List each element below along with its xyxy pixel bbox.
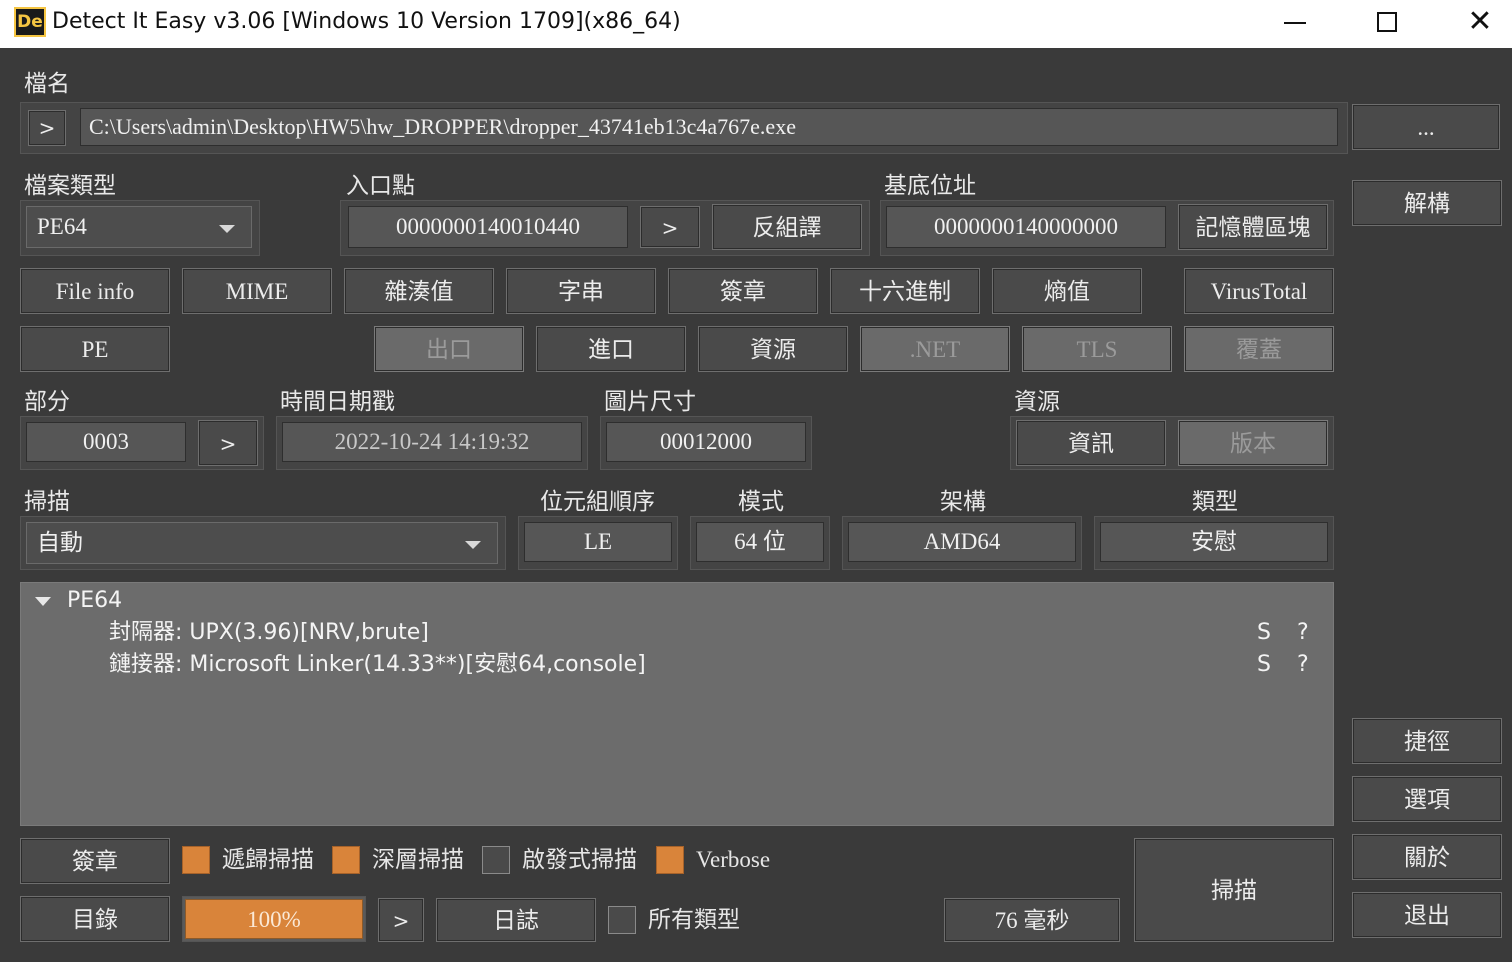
memory-map-button[interactable]: 記憶體區塊 xyxy=(1178,204,1328,250)
file-info-button[interactable]: File info xyxy=(20,268,170,314)
scan-mode-select[interactable]: 自動 xyxy=(26,522,498,564)
virustotal-button[interactable]: VirusTotal xyxy=(1184,268,1334,314)
entry-point-label: 入口點 xyxy=(346,172,415,198)
expand-triangle-icon[interactable] xyxy=(35,597,51,606)
progress-bar: 100% xyxy=(182,896,366,942)
overlay-button[interactable]: 覆蓋 xyxy=(1184,326,1334,372)
hash-button[interactable]: 雜湊值 xyxy=(344,268,494,314)
verbose-checkbox[interactable] xyxy=(656,846,684,874)
byte-order-label: 位元組順序 xyxy=(540,488,655,514)
result-signature-link[interactable]: S xyxy=(1257,617,1271,649)
arch-label: 架構 xyxy=(940,488,986,514)
about-button[interactable]: 關於 xyxy=(1352,834,1502,880)
mime-button[interactable]: MIME xyxy=(182,268,332,314)
deep-scan-label: 深層掃描 xyxy=(372,847,464,872)
result-info-link[interactable]: ? xyxy=(1297,617,1309,649)
sections-field[interactable]: 0003 xyxy=(26,422,186,462)
image-size-field[interactable]: 00012000 xyxy=(606,422,806,462)
maximize-button[interactable] xyxy=(1342,0,1434,46)
all-types-label: 所有類型 xyxy=(648,907,740,932)
sections-arrow-button[interactable]: > xyxy=(198,420,258,466)
minimize-icon xyxy=(1284,22,1306,24)
results-root-node[interactable]: PE64 xyxy=(67,585,122,617)
scan-mode-value: 自動 xyxy=(37,530,83,555)
hex-button[interactable]: 十六進制 xyxy=(830,268,980,314)
title-bar: De Detect It Easy v3.06 [Windows 10 Vers… xyxy=(0,0,1512,48)
chevron-down-icon xyxy=(219,225,235,233)
all-types-checkbox[interactable] xyxy=(608,906,636,934)
maximize-icon xyxy=(1377,12,1397,32)
result-info-link[interactable]: ? xyxy=(1297,649,1309,681)
window-title: Detect It Easy v3.06 [Windows 10 Version… xyxy=(52,9,681,34)
log-button[interactable]: 日誌 xyxy=(436,898,596,942)
base-address-label: 基底位址 xyxy=(884,172,976,198)
heuristic-scan-label: 啟發式掃描 xyxy=(522,847,637,872)
result-signature-link[interactable]: S xyxy=(1257,649,1271,681)
exit-button[interactable]: 退出 xyxy=(1352,892,1502,938)
entry-point-arrow-button[interactable]: > xyxy=(640,206,700,248)
recursive-scan-checkbox[interactable] xyxy=(182,846,210,874)
resources-button[interactable]: 資源 xyxy=(698,326,848,372)
sections-label: 部分 xyxy=(24,388,70,414)
file-type-label: 檔案類型 xyxy=(24,172,116,198)
result-row-packer[interactable]: 封隔器: UPX(3.96)[NRV,brute] xyxy=(109,617,429,649)
signatures-button[interactable]: 簽章 xyxy=(20,838,170,884)
timestamp-field[interactable]: 2022-10-24 14:19:32 xyxy=(282,422,582,462)
recursive-scan-label: 遞歸掃描 xyxy=(222,847,314,872)
file-type-value: PE64 xyxy=(37,214,87,239)
deep-scan-checkbox[interactable] xyxy=(332,846,360,874)
export-button[interactable]: 出口 xyxy=(374,326,524,372)
entry-point-field[interactable]: 0000000140010440 xyxy=(348,206,628,248)
shortcuts-button[interactable]: 捷徑 xyxy=(1352,718,1502,764)
browse-button[interactable]: ... xyxy=(1352,104,1500,150)
image-size-label: 圖片尺寸 xyxy=(604,388,696,414)
options-button[interactable]: 選項 xyxy=(1352,776,1502,822)
app-icon: De xyxy=(14,7,46,37)
byte-order-field: LE xyxy=(524,522,672,562)
type-field: 安慰 xyxy=(1100,522,1328,562)
result-row-linker[interactable]: 鏈接器: Microsoft Linker(14.33**)[安慰64,cons… xyxy=(109,649,646,681)
directory-button[interactable]: 目錄 xyxy=(20,896,170,942)
results-tree[interactable]: PE64 封隔器: UPX(3.96)[NRV,brute] S ? 鏈接器: … xyxy=(20,582,1334,826)
type-label: 類型 xyxy=(1192,488,1238,514)
net-button[interactable]: .NET xyxy=(860,326,1010,372)
close-icon: ✕ xyxy=(1467,4,1493,39)
tls-button[interactable]: TLS xyxy=(1022,326,1172,372)
progress-arrow-button[interactable]: > xyxy=(378,898,424,942)
disasm-sidebar-button[interactable]: 解構 xyxy=(1352,180,1502,226)
file-type-select[interactable]: PE64 xyxy=(26,206,252,248)
base-address-field[interactable]: 0000000140000000 xyxy=(886,206,1166,248)
disassemble-button[interactable]: 反組譯 xyxy=(712,204,862,250)
entropy-button[interactable]: 熵值 xyxy=(992,268,1142,314)
import-button[interactable]: 進口 xyxy=(536,326,686,372)
timestamp-label: 時間日期戳 xyxy=(280,388,395,414)
progress-fill: 100% xyxy=(185,899,363,939)
minimize-button[interactable] xyxy=(1250,0,1342,46)
file-path-field[interactable]: C:\Users\admin\Desktop\HW5\hw_DROPPER\dr… xyxy=(80,108,1338,146)
resource-group-label: 資源 xyxy=(1014,388,1060,414)
scan-button[interactable]: 掃描 xyxy=(1134,838,1334,942)
scan-label: 掃描 xyxy=(24,488,70,514)
signatures-tool-button[interactable]: 簽章 xyxy=(668,268,818,314)
file-name-label: 檔名 xyxy=(24,70,70,96)
resource-version-button[interactable]: 版本 xyxy=(1178,420,1328,466)
close-button[interactable]: ✕ xyxy=(1434,0,1512,46)
file-open-arrow-button[interactable]: > xyxy=(28,110,66,146)
chevron-down-icon xyxy=(465,541,481,549)
strings-button[interactable]: 字串 xyxy=(506,268,656,314)
arch-field: AMD64 xyxy=(848,522,1076,562)
heuristic-scan-checkbox[interactable] xyxy=(482,846,510,874)
resource-info-button[interactable]: 資訊 xyxy=(1016,420,1166,466)
pe-button[interactable]: PE xyxy=(20,326,170,372)
verbose-label: Verbose xyxy=(696,847,771,872)
mode-label: 模式 xyxy=(738,488,784,514)
elapsed-time: 76 毫秒 xyxy=(944,898,1120,942)
mode-field: 64 位 xyxy=(696,522,824,562)
